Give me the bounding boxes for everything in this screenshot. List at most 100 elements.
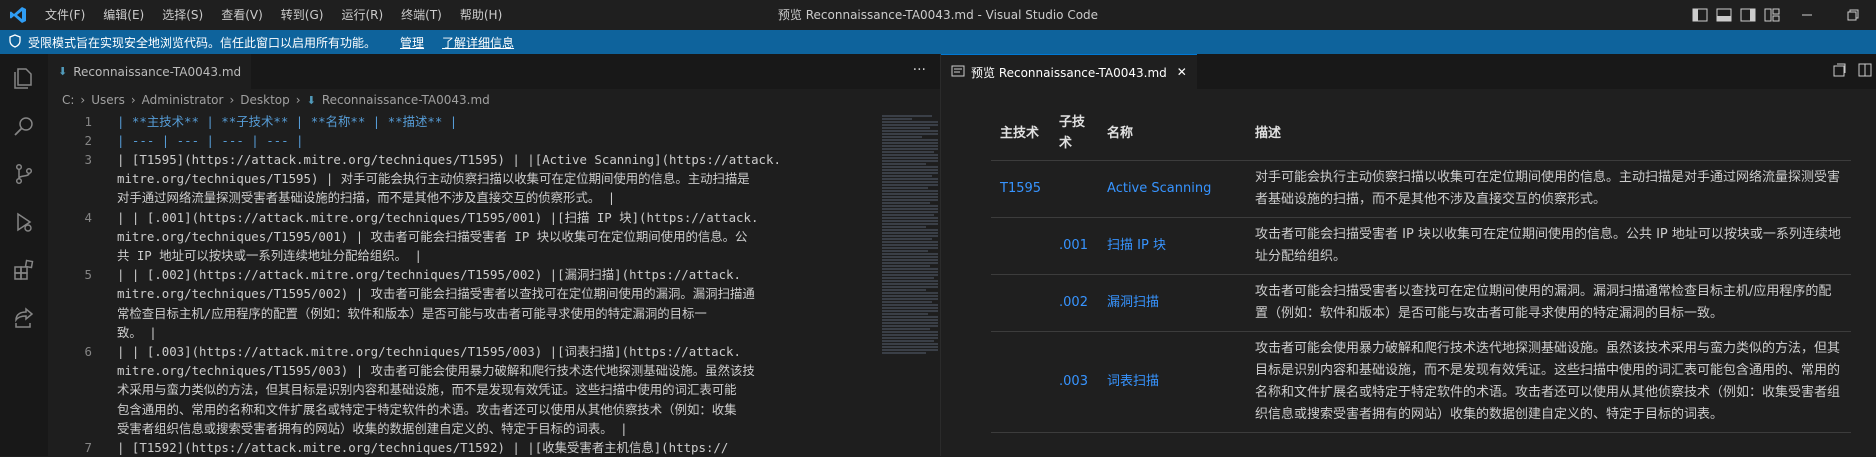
toggle-panel-icon[interactable] (1712, 0, 1736, 30)
minimap-line (882, 277, 934, 279)
tab-label: Reconnaissance-TA0043.md (73, 64, 242, 79)
line-number: 4 (84, 210, 92, 225)
menu-edit[interactable]: 编辑(E) (94, 0, 153, 30)
minimap-line (882, 337, 938, 339)
remote-icon[interactable] (0, 294, 48, 342)
code-line: | | [.003](https://attack.mitre.org/tech… (117, 344, 741, 359)
preview-tab-label: 预览 Reconnaissance-TA0043.md (971, 65, 1167, 80)
close-icon[interactable]: ✕ (1177, 65, 1187, 79)
minimap-line (882, 163, 926, 165)
tab-reconnaissance-md[interactable]: ⬇ Reconnaissance-TA0043.md (48, 54, 252, 89)
chevron-right-icon: › (229, 93, 235, 107)
minimap-line (882, 292, 938, 294)
subtechnique-link[interactable]: .001 (1059, 238, 1088, 253)
code-line: mitre.org/techniques/T1595) | 对手可能会执行主动侦… (117, 171, 750, 186)
open-source-icon[interactable] (1832, 62, 1846, 81)
extensions-icon[interactable] (0, 246, 48, 294)
menu-file[interactable]: 文件(F) (36, 0, 94, 30)
minimap-line (882, 286, 938, 288)
search-icon[interactable] (0, 102, 48, 150)
minimap-line (882, 169, 938, 171)
minimap-line (882, 238, 932, 240)
minimap-line (882, 157, 938, 159)
minimap-line (882, 280, 938, 282)
minimap-line (882, 211, 938, 213)
minimap-line (882, 310, 938, 312)
code-line: 常检查目标主机/应用程序的配置（例如：软件和版本）是否可能与攻击者可能寻求使用的… (117, 306, 707, 321)
minimap-line (882, 115, 932, 117)
markdown-file-icon: ⬇ (306, 93, 316, 107)
description-cell: 攻击者可能会扫描受害者以查找可在定位期间使用的漏洞。漏洞扫描通常检查目标主机/应… (1246, 274, 1851, 332)
title-bar: 文件(F) 编辑(E) 选择(S) 查看(V) 转到(G) 运行(R) 终端(T… (0, 0, 1876, 30)
code-line: | | [.002](https://attack.mitre.org/tech… (117, 267, 741, 282)
minimap-line (882, 142, 938, 144)
run-debug-icon[interactable] (0, 198, 48, 246)
header-description: 描述 (1246, 106, 1851, 161)
breadcrumb-users[interactable]: Users (91, 93, 125, 107)
name-link[interactable]: 词表扫描 (1107, 374, 1159, 389)
more-icon[interactable]: ··· (913, 62, 926, 78)
maximize-icon[interactable] (1830, 0, 1876, 30)
minimap-line (882, 181, 938, 183)
minimap-line (882, 241, 938, 243)
minimap[interactable] (882, 114, 940, 456)
breadcrumb-desktop[interactable]: Desktop (240, 93, 290, 107)
name-link[interactable]: 漏洞扫描 (1107, 295, 1159, 310)
header-main-technique: 主技术 (991, 106, 1051, 161)
tab-preview[interactable]: 预览 Reconnaissance-TA0043.md ✕ (941, 54, 1197, 89)
minimize-icon[interactable] (1784, 0, 1830, 30)
markdown-preview: 预览 Reconnaissance-TA0043.md ✕ 主技术 子技术 名称… (941, 54, 1876, 456)
source-control-icon[interactable] (0, 150, 48, 198)
minimap-line (882, 235, 938, 237)
toggle-primary-sidebar-icon[interactable] (1688, 0, 1712, 30)
minimap-line (882, 283, 938, 285)
explorer-icon[interactable] (0, 54, 48, 102)
breadcrumb-file[interactable]: Reconnaissance-TA0043.md (322, 93, 490, 107)
minimap-line (882, 346, 938, 348)
line-number: 7 (84, 440, 92, 455)
menu-selection[interactable]: 选择(S) (153, 0, 212, 30)
customize-layout-icon[interactable] (1760, 0, 1784, 30)
menu-run[interactable]: 运行(R) (332, 0, 392, 30)
minimap-line (882, 220, 938, 222)
minimap-line (882, 229, 938, 231)
window-controls (1688, 0, 1876, 30)
code-line: 对手通过网络流量探测受害者基础设施的扫描，而不是其他不涉及直接交互的侦察形式。 … (117, 190, 616, 205)
learn-more-link[interactable]: 了解详细信息 (442, 34, 514, 51)
breadcrumb-administrator[interactable]: Administrator (142, 93, 224, 107)
minimap-line (882, 298, 938, 300)
minimap-line (882, 217, 938, 219)
name-link[interactable]: Active Scanning (1107, 181, 1211, 196)
minimap-line (882, 256, 938, 258)
menu-go[interactable]: 转到(G) (272, 0, 333, 30)
markdown-file-icon: ⬇ (58, 65, 68, 78)
minimap-line (882, 184, 938, 186)
chevron-right-icon: › (295, 93, 301, 107)
minimap-line (882, 262, 938, 264)
subtechnique-link[interactable]: .003 (1059, 374, 1088, 389)
minimap-line (882, 265, 930, 267)
menu-terminal[interactable]: 终端(T) (392, 0, 451, 30)
menu-view[interactable]: 查看(V) (212, 0, 272, 30)
minimap-line (882, 340, 934, 342)
minimap-line (882, 322, 938, 324)
minimap-line (882, 190, 938, 192)
menu-bar: 文件(F) 编辑(E) 选择(S) 查看(V) 转到(G) 运行(R) 终端(T… (36, 0, 511, 30)
breadcrumb-drive[interactable]: C: (62, 93, 74, 107)
split-editor-icon[interactable] (1858, 62, 1872, 81)
manage-link[interactable]: 管理 (400, 34, 424, 51)
chevron-right-icon: › (130, 93, 136, 107)
minimap-line (882, 121, 938, 123)
menu-help[interactable]: 帮助(H) (451, 0, 511, 30)
minimap-line (882, 118, 912, 120)
description-cell: 攻击者可能会使用暴力破解和爬行技术迭代地探测基础设施。虽然该技术采用与蛮力类似的… (1246, 331, 1851, 433)
preview-icon (951, 65, 965, 80)
line-number: 2 (84, 133, 92, 148)
code-line: 包含通用的、常用的名称和文件扩展名或特定于特定软件的术语。攻击者还可以使用从其他… (117, 402, 737, 417)
minimap-line (882, 253, 938, 255)
technique-link[interactable]: T1595 (1000, 181, 1041, 196)
toggle-secondary-sidebar-icon[interactable] (1736, 0, 1760, 30)
minimap-line (882, 214, 934, 216)
subtechnique-link[interactable]: .002 (1059, 295, 1088, 310)
name-link[interactable]: 扫描 IP 块 (1107, 238, 1166, 253)
